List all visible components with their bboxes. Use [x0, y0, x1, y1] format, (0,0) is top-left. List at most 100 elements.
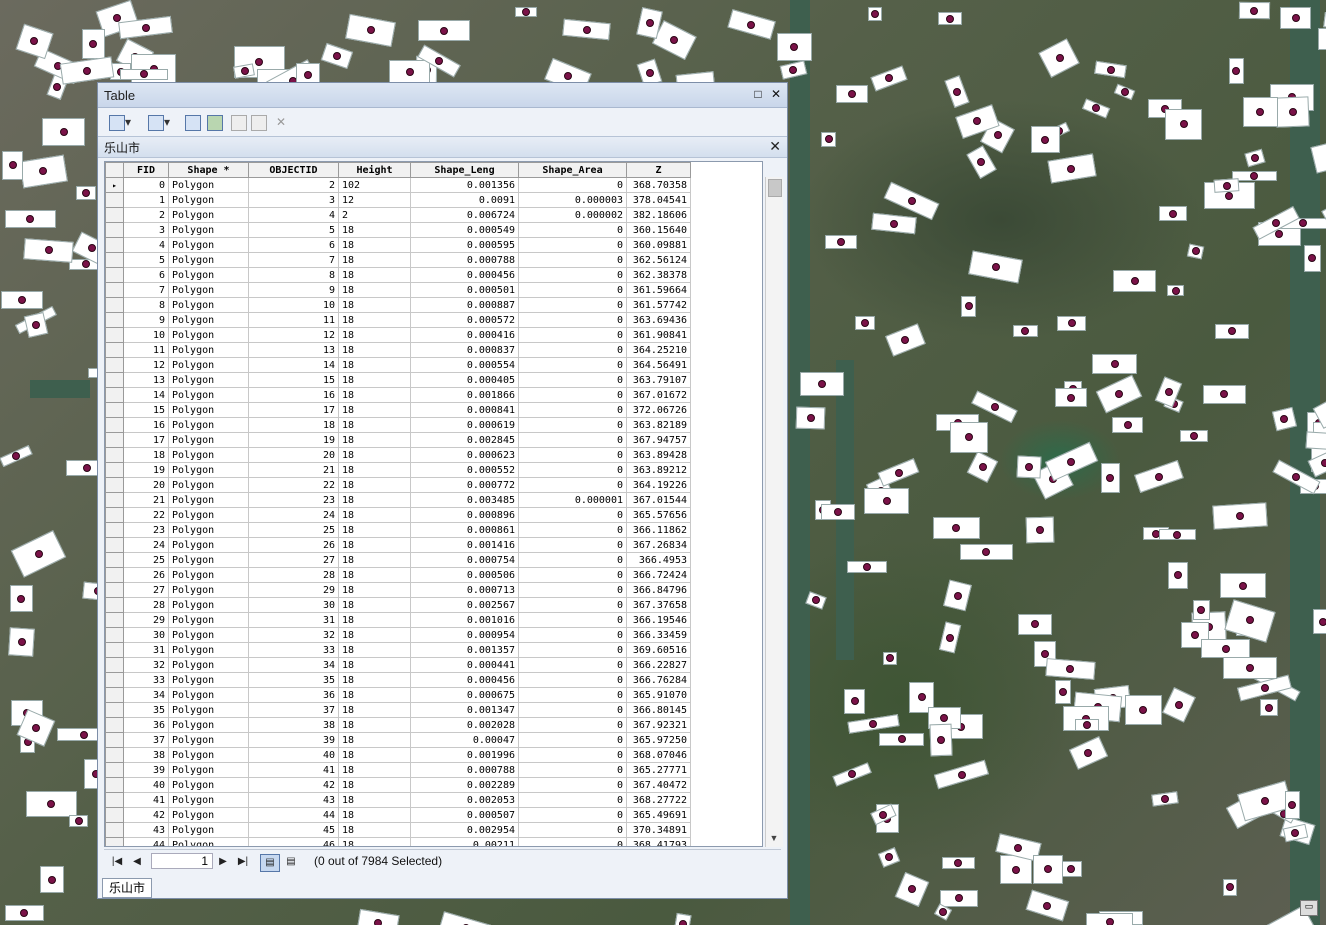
cell-z[interactable]: 365.91070: [626, 687, 691, 703]
last-record-button[interactable]: ▶|: [234, 854, 252, 870]
cell-shape-area[interactable]: 0: [518, 777, 627, 793]
table-row[interactable]: 35 Polygon 37 18 0.001347 0 366.80145: [105, 702, 691, 718]
cell-height[interactable]: 18: [338, 417, 411, 433]
cell-objectid[interactable]: 11: [248, 312, 339, 328]
cell-fid[interactable]: 37: [123, 732, 169, 748]
cell-height[interactable]: 18: [338, 477, 411, 493]
cell-shape[interactable]: Polygon: [168, 372, 249, 388]
cell-z[interactable]: 363.82189: [626, 417, 691, 433]
cell-z[interactable]: 363.89212: [626, 462, 691, 478]
cell-z[interactable]: 368.07046: [626, 747, 691, 763]
cell-shape-leng[interactable]: 0.000788: [410, 252, 519, 268]
cell-shape-leng[interactable]: 0.000954: [410, 627, 519, 643]
row-selector[interactable]: [105, 507, 124, 523]
cell-shape-area[interactable]: 0.000003: [518, 192, 627, 208]
cell-fid[interactable]: 14: [123, 387, 169, 403]
cell-z[interactable]: 367.01672: [626, 387, 691, 403]
row-selector[interactable]: [105, 597, 124, 613]
cell-objectid[interactable]: 12: [248, 327, 339, 343]
cell-fid[interactable]: 13: [123, 372, 169, 388]
cell-shape[interactable]: Polygon: [168, 492, 249, 508]
cell-height[interactable]: 18: [338, 822, 411, 838]
cell-shape-leng[interactable]: 0.000506: [410, 567, 519, 583]
table-row[interactable]: 10 Polygon 12 18 0.000416 0 361.90841: [105, 327, 691, 343]
scroll-thumb[interactable]: [768, 179, 782, 197]
column-header-shape-area[interactable]: Shape_Area: [518, 162, 627, 178]
cell-z[interactable]: 378.04541: [626, 192, 691, 208]
cell-shape-leng[interactable]: 0.000754: [410, 552, 519, 568]
cell-height[interactable]: 18: [338, 447, 411, 463]
cell-fid[interactable]: 44: [123, 837, 169, 846]
cell-shape-area[interactable]: 0: [518, 177, 627, 193]
cell-z[interactable]: 364.56491: [626, 357, 691, 373]
cell-z[interactable]: 367.37658: [626, 597, 691, 613]
show-selected-records-icon[interactable]: ▤: [282, 854, 300, 870]
cell-fid[interactable]: 19: [123, 462, 169, 478]
cell-shape-leng[interactable]: 0.003485: [410, 492, 519, 508]
cell-shape-leng[interactable]: 0.001357: [410, 642, 519, 658]
cell-shape-leng[interactable]: 0.001016: [410, 612, 519, 628]
table-row[interactable]: 34 Polygon 36 18 0.000675 0 365.91070: [105, 687, 691, 703]
cell-objectid[interactable]: 9: [248, 282, 339, 298]
cell-shape-area[interactable]: 0: [518, 807, 627, 823]
cell-z[interactable]: 363.79107: [626, 372, 691, 388]
cell-shape[interactable]: Polygon: [168, 387, 249, 403]
cell-height[interactable]: 12: [338, 192, 411, 208]
cell-z[interactable]: 366.80145: [626, 702, 691, 718]
cell-objectid[interactable]: 22: [248, 477, 339, 493]
cell-shape-leng[interactable]: 0.000887: [410, 297, 519, 313]
cell-shape-area[interactable]: 0: [518, 747, 627, 763]
cell-shape-leng[interactable]: 0.000675: [410, 687, 519, 703]
table-row[interactable]: 17 Polygon 19 18 0.002845 0 367.94757: [105, 432, 691, 448]
cell-objectid[interactable]: 20: [248, 447, 339, 463]
table-row[interactable]: 25 Polygon 27 18 0.000754 0 366.4953: [105, 552, 691, 568]
cell-height[interactable]: 18: [338, 732, 411, 748]
row-selector[interactable]: [105, 552, 124, 568]
cell-height[interactable]: 18: [338, 612, 411, 628]
table-row[interactable]: 12 Polygon 14 18 0.000554 0 364.56491: [105, 357, 691, 373]
cell-shape[interactable]: Polygon: [168, 447, 249, 463]
cell-shape-leng[interactable]: 0.000861: [410, 522, 519, 538]
cell-height[interactable]: 18: [338, 237, 411, 253]
cell-height[interactable]: 18: [338, 687, 411, 703]
cell-shape-area[interactable]: 0: [518, 282, 627, 298]
cell-z[interactable]: 367.01544: [626, 492, 691, 508]
cell-fid[interactable]: 7: [123, 282, 169, 298]
current-record-input[interactable]: 1: [151, 853, 213, 869]
cell-objectid[interactable]: 45: [248, 822, 339, 838]
row-selector[interactable]: [105, 357, 124, 373]
cell-objectid[interactable]: 15: [248, 372, 339, 388]
cell-shape[interactable]: Polygon: [168, 642, 249, 658]
cell-z[interactable]: 368.70358: [626, 177, 691, 193]
cell-shape[interactable]: Polygon: [168, 507, 249, 523]
cell-objectid[interactable]: 37: [248, 702, 339, 718]
cell-objectid[interactable]: 46: [248, 837, 339, 846]
row-selector[interactable]: [105, 417, 124, 433]
row-selector[interactable]: [105, 297, 124, 313]
row-selector[interactable]: [105, 477, 124, 493]
table-row[interactable]: 30 Polygon 32 18 0.000954 0 366.33459: [105, 627, 691, 643]
related-tables-icon[interactable]: ▾: [144, 113, 174, 131]
row-selector[interactable]: [105, 237, 124, 253]
cell-shape-leng[interactable]: 0.002567: [410, 597, 519, 613]
cell-objectid[interactable]: 7: [248, 252, 339, 268]
cell-objectid[interactable]: 5: [248, 222, 339, 238]
cell-height[interactable]: 18: [338, 702, 411, 718]
cell-shape[interactable]: Polygon: [168, 612, 249, 628]
row-selector[interactable]: [105, 762, 124, 778]
cell-shape[interactable]: Polygon: [168, 237, 249, 253]
cell-shape-leng[interactable]: 0.000441: [410, 657, 519, 673]
row-selector[interactable]: [105, 342, 124, 358]
cell-shape-area[interactable]: 0: [518, 372, 627, 388]
row-selector[interactable]: [105, 327, 124, 343]
row-selector[interactable]: [105, 792, 124, 808]
cell-objectid[interactable]: 16: [248, 387, 339, 403]
cell-shape[interactable]: Polygon: [168, 252, 249, 268]
table-row[interactable]: 6 Polygon 8 18 0.000456 0 362.38378: [105, 267, 691, 283]
table-row[interactable]: 19 Polygon 21 18 0.000552 0 363.89212: [105, 462, 691, 478]
column-header-height[interactable]: Height: [338, 162, 411, 178]
cell-fid[interactable]: 38: [123, 747, 169, 763]
cell-fid[interactable]: 10: [123, 327, 169, 343]
cell-shape-area[interactable]: 0: [518, 462, 627, 478]
show-all-records-icon[interactable]: ▤: [260, 854, 280, 872]
